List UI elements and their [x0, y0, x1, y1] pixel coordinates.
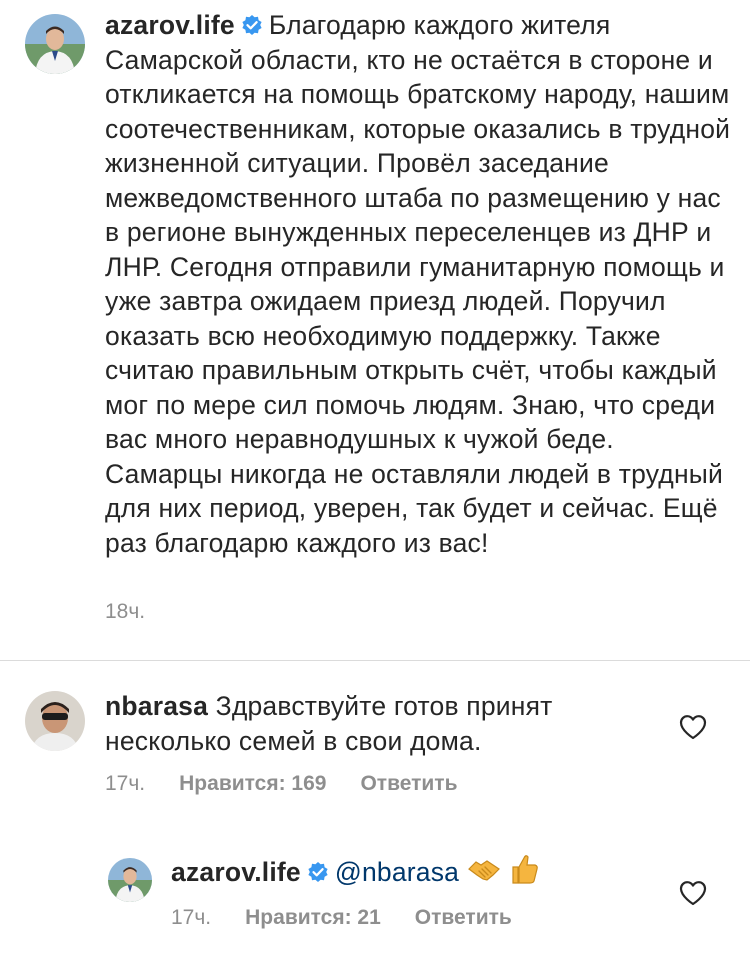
post-text: Благодарю каждого жителя Самарской облас…: [105, 10, 738, 558]
reply-mention-link[interactable]: @nbarasa: [335, 857, 459, 887]
post-author-avatar[interactable]: [25, 14, 85, 74]
post-timestamp[interactable]: 18ч.: [105, 600, 145, 624]
post-caption: azarov.life Благодарю каждого жителя Сама…: [105, 8, 735, 560]
divider: [0, 660, 750, 661]
reply-username[interactable]: azarov.life: [171, 857, 301, 887]
comment-likes[interactable]: Нравится: 169: [179, 772, 326, 796]
reply-text-block: azarov.life @nbarasa: [171, 853, 691, 894]
post-meta: 18ч.: [105, 600, 145, 624]
reply-author-avatar[interactable]: [108, 858, 152, 902]
heart-outline-icon[interactable]: [679, 714, 707, 740]
comment-meta: 17ч. Нравится: 169 Ответить: [105, 772, 458, 796]
comment-username[interactable]: nbarasa: [105, 691, 208, 721]
comment-text-block: nbarasa Здравствуйте готов принят нескол…: [105, 689, 665, 758]
comment-reply-button[interactable]: Ответить: [360, 772, 457, 796]
thumbs-up-emoji-icon: [509, 853, 539, 894]
verified-badge-icon: [241, 14, 263, 36]
handshake-emoji-icon: [467, 857, 501, 894]
reply-meta: 17ч. Нравится: 21 Ответить: [171, 906, 512, 930]
comment-author-avatar[interactable]: [25, 691, 85, 751]
reply-timestamp[interactable]: 17ч.: [171, 906, 211, 930]
comment-timestamp[interactable]: 17ч.: [105, 772, 145, 796]
heart-outline-icon[interactable]: [679, 880, 707, 906]
verified-badge-icon: [307, 861, 329, 883]
reply-likes[interactable]: Нравится: 21: [245, 906, 381, 930]
reply-reply-button[interactable]: Ответить: [415, 906, 512, 930]
post-username[interactable]: azarov.life: [105, 10, 235, 40]
